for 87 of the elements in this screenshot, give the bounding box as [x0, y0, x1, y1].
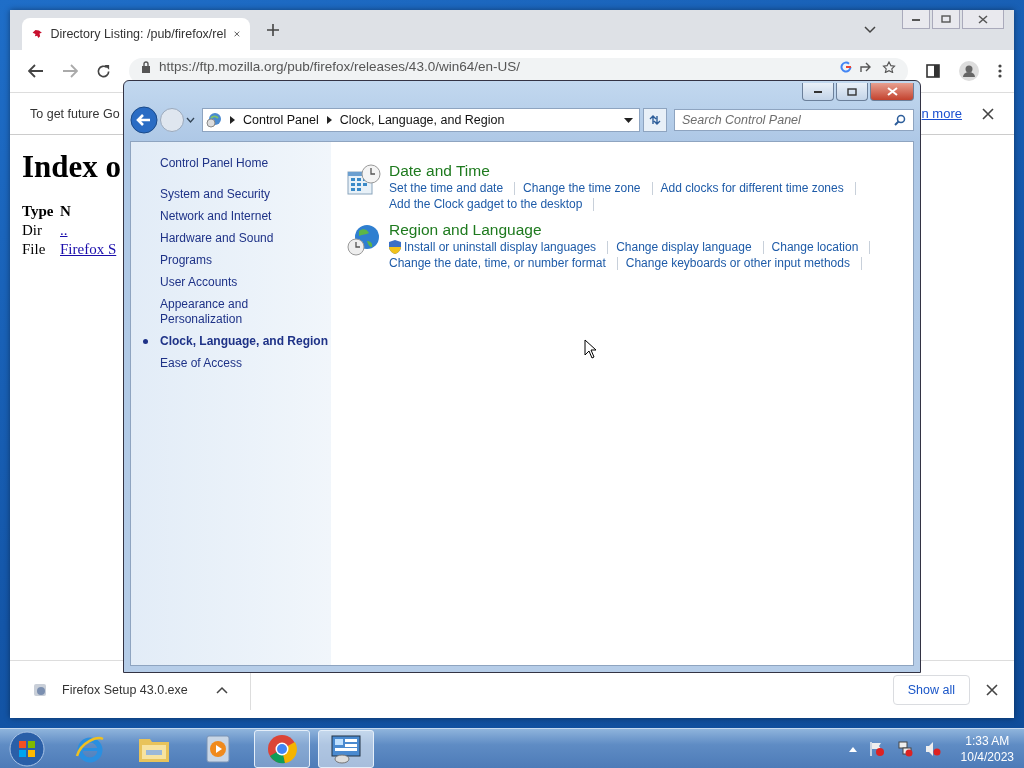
media-player-icon [204, 733, 232, 764]
table-cell-text: File [22, 241, 47, 258]
show-all-button[interactable]: Show all [892, 674, 970, 705]
breadcrumb-item[interactable]: Control Panel [243, 113, 319, 127]
profile-icon[interactable] [958, 60, 980, 82]
sidebar-item[interactable]: System and Security [160, 187, 271, 202]
close-icon [886, 87, 898, 96]
dropdown-icon[interactable] [624, 117, 633, 123]
maximize-icon [941, 15, 951, 23]
mouse-cursor-icon [584, 339, 597, 359]
sidebar-item[interactable]: Hardware and Sound [160, 231, 274, 246]
sidebar-link[interactable]: Control Panel Home [160, 156, 331, 170]
task-link[interactable]: Add the Clock gadget to the desktop [389, 197, 583, 211]
g-logo-icon [840, 61, 852, 73]
caret-up-icon[interactable] [216, 685, 228, 694]
file-link[interactable]: Firefox S [60, 241, 120, 258]
close-icon[interactable] [982, 107, 994, 120]
back-icon[interactable] [130, 106, 158, 134]
task-link[interactable]: Set the time and date [389, 181, 504, 195]
control-panel-icon [330, 733, 362, 764]
category-title[interactable]: Date and Time [389, 162, 903, 180]
sidebar-item[interactable]: Appearance and Personalization [160, 297, 331, 327]
installer-icon [32, 681, 48, 698]
clock-time: 1:33 AM [965, 732, 1010, 749]
close-button[interactable] [962, 10, 1004, 29]
close-icon[interactable] [986, 683, 998, 696]
search-icon[interactable] [894, 114, 906, 126]
task-link[interactable]: Change the time zone [523, 181, 641, 195]
minimize-button[interactable] [802, 83, 834, 101]
side-panel-icon[interactable] [926, 64, 940, 78]
back-icon[interactable] [28, 64, 44, 78]
task-link[interactable]: Change the date, time, or number format [389, 256, 606, 270]
chevron-down-icon[interactable] [864, 26, 876, 34]
globe-clock-icon [347, 223, 381, 257]
sidebar-item[interactable]: Programs [160, 253, 212, 268]
taskbar-button[interactable] [318, 729, 374, 768]
info-message: To get future Go [30, 106, 120, 121]
browser-tab[interactable]: Directory Listing: /pub/firefox/rel [22, 18, 250, 50]
refresh-icon [648, 114, 662, 126]
minimize-icon [911, 16, 921, 22]
learn-more-link[interactable]: n more [921, 106, 962, 121]
task-link[interactable]: Install or uninstall display languages [404, 240, 597, 254]
task-link[interactable]: Change keyboards or other input methods [625, 256, 850, 270]
close-icon[interactable] [234, 29, 240, 39]
calendar-clock-icon [347, 164, 381, 196]
search-field[interactable]: Search Control Panel [674, 109, 914, 131]
minimize-button[interactable] [902, 10, 930, 29]
start-button[interactable] [8, 729, 46, 768]
control-panel-icon [206, 112, 222, 128]
new-tab-icon[interactable] [266, 23, 280, 37]
taskbar-button[interactable] [254, 729, 310, 768]
sidebar-item[interactable]: Clock, Language, and Region [160, 334, 329, 349]
sidebar-item[interactable]: Ease of Access [160, 356, 243, 371]
download-file-name: Firefox Setup 43.0.exe [62, 682, 189, 697]
task-link[interactable]: Add clocks for different time zones [660, 181, 844, 195]
maximize-button[interactable] [836, 83, 868, 101]
file-link[interactable]: .. [60, 222, 120, 239]
table-cell-text: Dir [22, 222, 43, 239]
task-link[interactable]: Change display language [616, 240, 752, 254]
network-icon[interactable] [896, 740, 913, 757]
sidebar-item[interactable]: User Accounts [160, 275, 238, 290]
chevron-right-icon [230, 116, 235, 124]
more-icon[interactable] [998, 64, 1002, 78]
tab-title: Directory Listing: /pub/firefox/rel [50, 27, 227, 41]
lock-icon [141, 61, 151, 73]
page-heading: Index o [22, 149, 122, 185]
dropdown-icon[interactable] [186, 117, 195, 123]
column-header: N [60, 203, 72, 220]
reload-icon[interactable] [96, 63, 111, 79]
close-button[interactable] [870, 83, 914, 101]
browser-logo-icon [267, 733, 297, 764]
sidebar-item[interactable]: Network and Internet [160, 209, 272, 224]
refresh-button[interactable] [643, 108, 667, 132]
star-icon[interactable] [882, 61, 896, 73]
speaker-icon[interactable] [924, 740, 941, 757]
clock-date: 10/4/2023 [960, 748, 1014, 765]
close-icon [978, 14, 988, 24]
maximize-button[interactable] [932, 10, 960, 29]
flag-icon[interactable] [868, 740, 885, 757]
address-bar[interactable]: Control Panel Clock, Language, and Region [202, 108, 640, 132]
url-text: https://ftp.mozilla.org/pub/firefox/releases/43.0/win64/en-US/ [159, 61, 520, 73]
chevron-right-icon [326, 116, 332, 124]
task-link[interactable]: Change location [771, 240, 859, 254]
maximize-icon [847, 87, 857, 96]
category-title[interactable]: Region and Language [389, 221, 903, 239]
column-header: Type [22, 203, 55, 220]
breadcrumb-item[interactable]: Clock, Language, and Region [339, 113, 505, 127]
